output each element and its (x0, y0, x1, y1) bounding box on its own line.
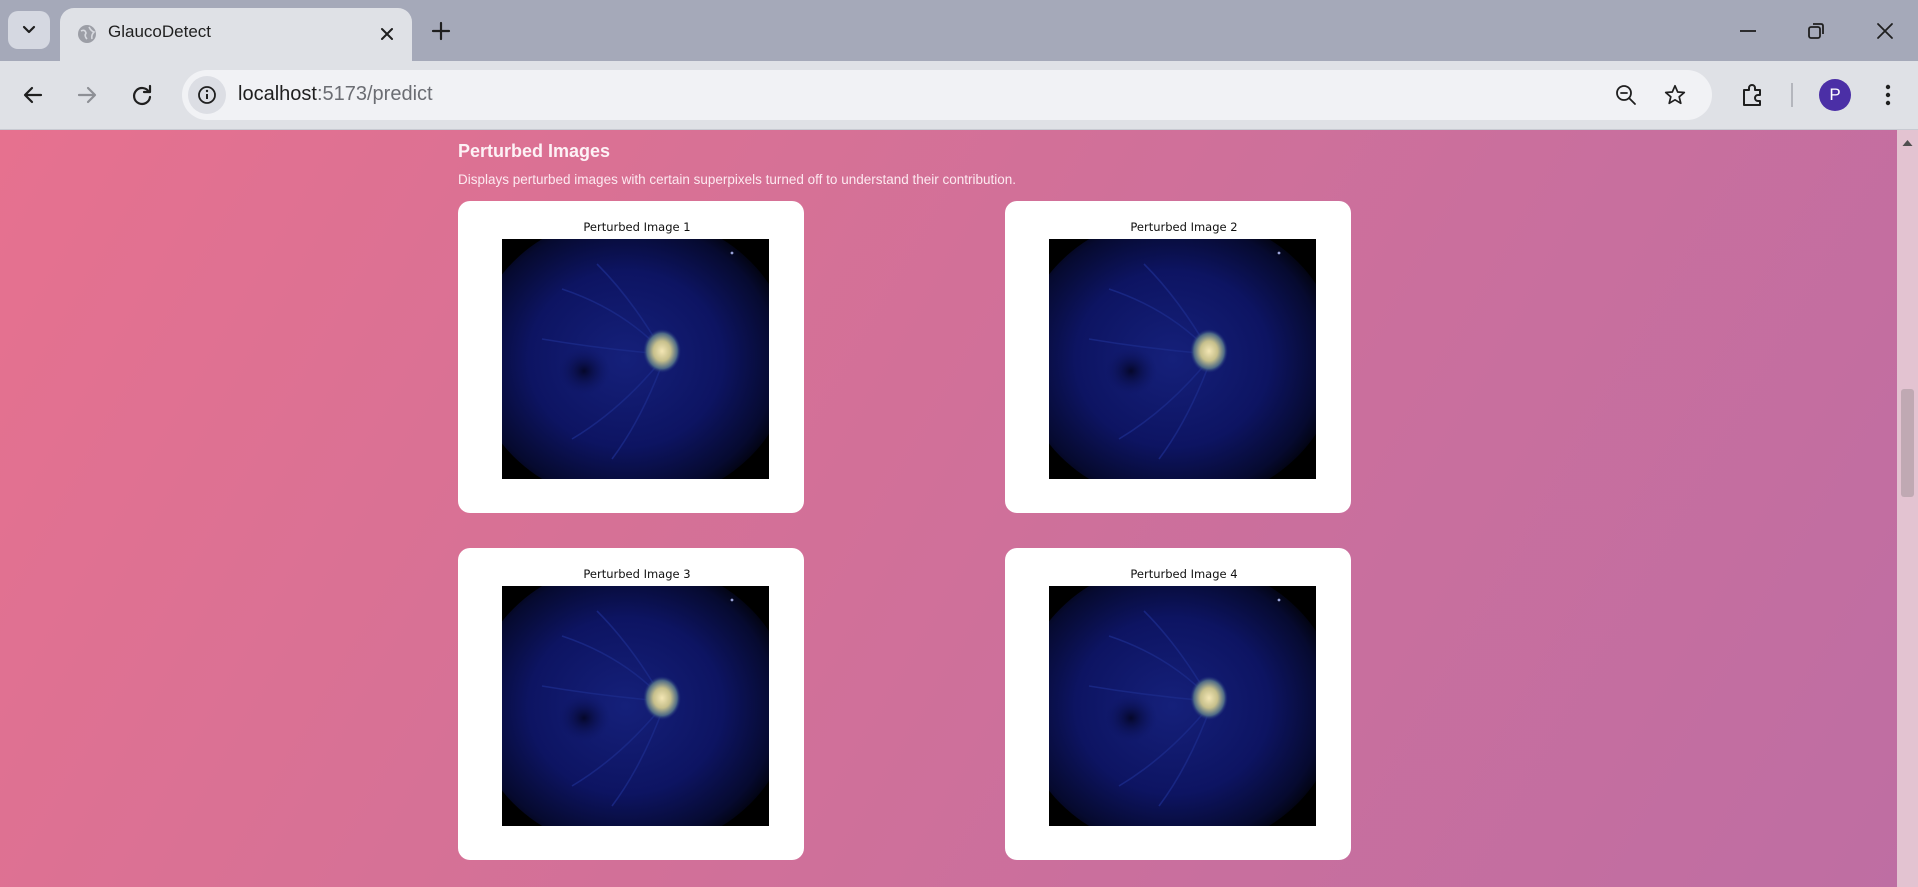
url-path: :5173/predict (316, 83, 433, 105)
minimize-icon[interactable] (1733, 16, 1763, 46)
chevron-down-icon (22, 25, 36, 34)
address-bar[interactable]: localhost:5173/predict (182, 70, 1712, 120)
scrollbar-thumb[interactable] (1901, 389, 1914, 497)
tab-strip: GlaucoDetect (0, 0, 1918, 61)
url-text[interactable]: localhost:5173/predict (238, 83, 433, 106)
profile-avatar[interactable]: P (1819, 79, 1851, 111)
globe-icon (78, 25, 96, 43)
perturbed-image-card: Perturbed Image 1 (458, 201, 804, 513)
active-tab[interactable]: GlaucoDetect (60, 8, 412, 61)
scroll-up-arrow-icon[interactable] (1901, 138, 1914, 148)
page-scrollbar[interactable] (1897, 130, 1918, 887)
reload-icon[interactable] (127, 80, 157, 110)
forward-icon[interactable] (72, 80, 102, 110)
perturbed-image-title: Perturbed Image 3 (583, 567, 691, 581)
perturbed-image-title: Perturbed Image 1 (583, 220, 691, 234)
tab-title: GlaucoDetect (108, 22, 211, 41)
perturbed-image (502, 586, 769, 826)
zoom-out-icon[interactable] (1614, 83, 1638, 107)
site-info-icon (198, 86, 216, 104)
tab-search-button[interactable] (8, 11, 50, 49)
page-viewport: Perturbed Images Displays perturbed imag… (0, 130, 1918, 887)
extensions-icon[interactable] (1738, 80, 1768, 110)
perturbed-image-title: Perturbed Image 2 (1130, 220, 1238, 234)
section-title: Perturbed Images (458, 141, 611, 161)
close-icon[interactable] (376, 23, 398, 45)
more-vert-icon[interactable] (1873, 80, 1903, 110)
toolbar-divider (1791, 83, 1793, 107)
window-close-icon[interactable] (1870, 16, 1900, 46)
perturbed-image (1049, 586, 1316, 826)
restore-icon[interactable] (1801, 16, 1831, 46)
browser-toolbar: localhost:5173/predict P (0, 61, 1918, 130)
url-host: localhost (238, 83, 317, 105)
perturbed-image-card: Perturbed Image 2 (1005, 201, 1351, 513)
perturbed-image-title: Perturbed Image 4 (1130, 567, 1238, 581)
perturbed-image (1049, 239, 1316, 479)
back-icon[interactable] (18, 80, 48, 110)
perturbed-image-card: Perturbed Image 3 (458, 548, 804, 860)
perturbed-image (502, 239, 769, 479)
site-info-button[interactable] (188, 76, 226, 114)
plus-icon[interactable] (428, 18, 454, 44)
star-icon[interactable] (1663, 83, 1687, 107)
section-description: Displays perturbed images with certain s… (458, 172, 1017, 187)
perturbed-image-card: Perturbed Image 4 (1005, 548, 1351, 860)
